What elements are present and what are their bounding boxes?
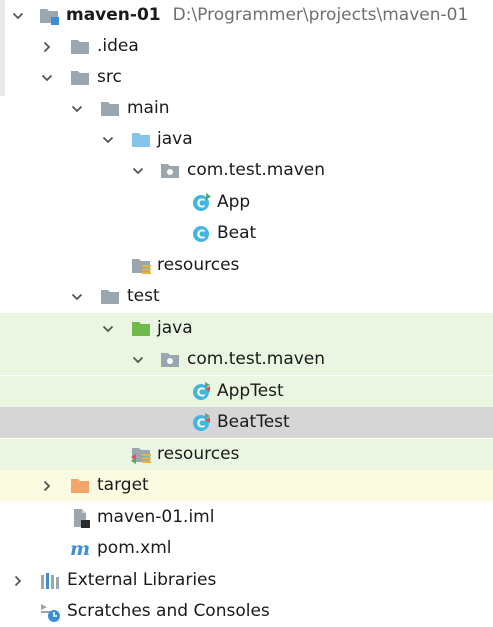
tree-label-pom: pom.xml <box>97 538 172 558</box>
test-class-icon: C <box>190 412 212 434</box>
svg-text:C: C <box>197 417 206 431</box>
tree-row-target[interactable]: target <box>0 470 493 501</box>
folder-icon <box>69 36 91 58</box>
svg-text:C: C <box>197 197 206 211</box>
tree-row-app[interactable]: C App <box>0 187 493 218</box>
folder-icon <box>69 67 91 89</box>
tree-label-src: src <box>97 67 122 87</box>
svg-text:m: m <box>70 538 90 560</box>
tree-label-scratches: Scratches and Consoles <box>67 601 270 621</box>
package-icon <box>159 160 181 182</box>
tree-row-scratches[interactable]: Scratches and Consoles <box>0 596 493 627</box>
tree-label-iml: maven-01.iml <box>97 507 215 527</box>
resources-folder-icon <box>130 255 152 277</box>
chevron-right-icon[interactable] <box>10 565 26 596</box>
tree-row-test-package[interactable]: com.test.maven <box>0 344 493 375</box>
chevron-right-icon[interactable] <box>39 31 55 62</box>
svg-text:C: C <box>197 228 206 242</box>
tree-label-idea: .idea <box>97 36 139 56</box>
project-tree: maven-01 D:\Programmer\projects\maven-01 … <box>0 0 493 625</box>
libraries-icon <box>39 570 61 592</box>
module-file-icon <box>69 507 91 529</box>
tree-row-beat-test-selected[interactable]: C BeatTest <box>0 407 493 438</box>
tree-row-src[interactable]: src <box>0 62 493 93</box>
tree-label-test: test <box>127 286 160 306</box>
tree-row-iml[interactable]: maven-01.iml <box>0 502 493 533</box>
tree-row-project-root[interactable]: maven-01 D:\Programmer\projects\maven-01 <box>0 0 493 31</box>
package-icon <box>159 349 181 371</box>
source-folder-icon <box>130 129 152 151</box>
tree-row-main-package[interactable]: com.test.maven <box>0 155 493 186</box>
tree-row-test-java[interactable]: java <box>0 313 493 344</box>
scratches-icon <box>39 601 61 623</box>
tree-label-main-package: com.test.maven <box>187 160 326 180</box>
project-path: D:\Programmer\projects\maven-01 <box>172 5 469 25</box>
tree-row-beat[interactable]: C Beat <box>0 218 493 249</box>
chevron-down-icon[interactable] <box>100 124 116 155</box>
tree-row-external-libraries[interactable]: External Libraries <box>0 565 493 596</box>
module-folder-icon <box>38 5 60 27</box>
test-resources-folder-icon <box>130 444 152 466</box>
chevron-down-icon[interactable] <box>69 93 85 124</box>
tree-row-main[interactable]: main <box>0 93 493 124</box>
tree-label-app-test: AppTest <box>217 381 284 401</box>
tree-label-external-libraries: External Libraries <box>67 570 217 590</box>
folder-icon <box>99 98 121 120</box>
tree-row-test[interactable]: test <box>0 281 493 312</box>
test-source-folder-icon <box>130 318 152 340</box>
tree-label-main-resources: resources <box>157 255 240 275</box>
maven-icon: m <box>69 538 91 560</box>
java-class-icon: C <box>190 223 212 245</box>
chevron-right-icon[interactable] <box>39 470 55 501</box>
chevron-down-icon[interactable] <box>130 344 146 375</box>
tree-label-test-package: com.test.maven <box>187 349 326 369</box>
java-class-runnable-icon: C <box>190 192 212 214</box>
tree-row-app-test[interactable]: C AppTest <box>0 376 493 407</box>
chevron-down-icon[interactable] <box>130 155 146 186</box>
tree-label-main: main <box>127 98 170 118</box>
tree-row-test-resources[interactable]: resources <box>0 439 493 470</box>
tree-label-target: target <box>97 475 149 495</box>
excluded-folder-icon <box>69 475 91 497</box>
chevron-down-icon[interactable] <box>69 281 85 312</box>
chevron-down-icon[interactable] <box>100 313 116 344</box>
tree-label-main-java: java <box>157 129 193 149</box>
tree-row-main-resources[interactable]: resources <box>0 250 493 281</box>
tree-row-main-java[interactable]: java <box>0 124 493 155</box>
svg-text:C: C <box>197 386 206 400</box>
chevron-down-icon[interactable] <box>39 62 55 93</box>
tree-label-test-resources: resources <box>157 444 240 464</box>
tree-label-test-java: java <box>157 318 193 338</box>
test-class-icon: C <box>190 381 212 403</box>
chevron-down-icon[interactable] <box>10 0 26 31</box>
project-name: maven-01 <box>66 5 161 25</box>
tree-label-beat-test: BeatTest <box>217 412 290 432</box>
tree-label-app: App <box>217 192 251 212</box>
tree-row-idea[interactable]: .idea <box>0 31 493 62</box>
tree-label-beat: Beat <box>217 223 257 243</box>
tree-row-pom[interactable]: m pom.xml <box>0 533 493 564</box>
folder-icon <box>99 286 121 308</box>
